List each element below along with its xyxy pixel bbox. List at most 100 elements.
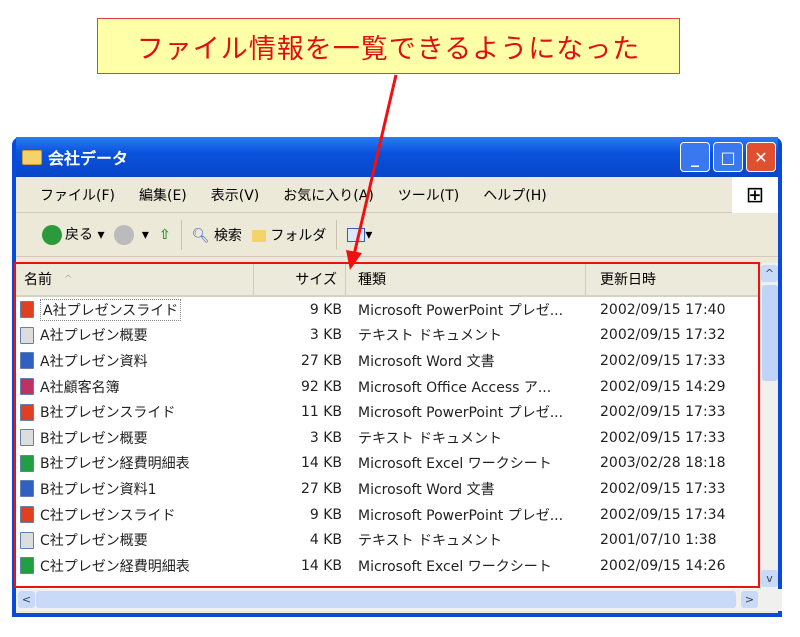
file-name-cell: C社プレゼン経費明細表	[16, 556, 254, 576]
file-name: C社プレゼン概要	[40, 533, 148, 550]
close-button[interactable]: ✕	[746, 142, 776, 172]
horizontal-scrollbar[interactable]: < >	[16, 589, 782, 611]
file-modified: 2002/09/15 17:33	[600, 480, 726, 497]
file-name: C社プレゼンスライド	[40, 507, 176, 524]
column-type[interactable]: 種類	[346, 263, 586, 295]
file-name: B社プレゼンスライド	[40, 405, 176, 422]
xls-file-icon	[20, 454, 34, 472]
file-size: 14 KB	[300, 455, 342, 472]
file-size: 9 KB	[309, 301, 342, 318]
column-name-label: 名前	[24, 272, 52, 288]
file-type: Microsoft Excel ワークシート	[358, 456, 552, 473]
file-modified: 2002/09/15 17:33	[600, 429, 726, 446]
title-bar[interactable]: 会社データ _ □ ✕	[16, 137, 778, 177]
minimize-button[interactable]: _	[680, 142, 710, 172]
views-icon	[347, 227, 366, 242]
file-modified: 2002/09/15 14:29	[600, 378, 726, 395]
window-title: 会社データ	[48, 149, 129, 168]
file-row[interactable]: B社プレゼンスライド 11 KB Microsoft PowerPoint プレ…	[16, 399, 764, 425]
windows-logo-icon: ⊞	[732, 177, 778, 213]
file-row[interactable]: A社プレゼン資料 27 KB Microsoft Word 文書 2002/09…	[16, 348, 764, 374]
file-row[interactable]: A社顧客名簿 92 KB Microsoft Office Access ア..…	[16, 374, 764, 400]
txt-file-icon	[20, 531, 34, 549]
txt-file-icon	[20, 429, 34, 447]
file-size: 27 KB	[300, 352, 342, 369]
menu-file[interactable]: ファイル(F)	[40, 185, 115, 205]
file-row[interactable]: A社プレゼン概要 3 KB テキスト ドキュメント 2002/09/15 17:…	[16, 323, 764, 349]
search-label: 検索	[213, 227, 242, 244]
scroll-right-button[interactable]: >	[741, 591, 758, 608]
menu-tools[interactable]: ツール(T)	[398, 185, 459, 205]
file-size: 92 KB	[300, 378, 342, 395]
column-header: 名前 ^ サイズ 種類 更新日時	[16, 263, 764, 297]
mdb-file-icon	[20, 378, 34, 396]
file-row[interactable]: C社プレゼン経費明細表 14 KB Microsoft Excel ワークシート…	[16, 553, 764, 579]
forward-arrow-icon	[114, 224, 135, 245]
column-modified[interactable]: 更新日時	[586, 263, 746, 295]
column-name[interactable]: 名前 ^	[16, 263, 254, 295]
file-name-cell: A社プレゼン概要	[16, 325, 254, 345]
file-name-cell: A社プレゼンスライド	[16, 298, 254, 321]
menu-edit[interactable]: 編集(E)	[139, 185, 187, 205]
folders-icon	[251, 229, 266, 242]
file-type: テキスト ドキュメント	[358, 533, 503, 550]
views-button[interactable]: ▾	[347, 227, 372, 243]
file-name: A社顧客名簿	[40, 379, 120, 396]
file-type: テキスト ドキュメント	[358, 328, 503, 345]
txt-file-icon	[20, 326, 34, 344]
file-type: Microsoft Word 文書	[358, 353, 495, 370]
vertical-scroll-thumb[interactable]	[762, 285, 778, 381]
menu-help[interactable]: ヘルプ(H)	[483, 185, 546, 205]
scroll-up-button[interactable]: ^	[761, 265, 778, 282]
search-button[interactable]: 🔍︎ 検索	[192, 225, 242, 245]
file-type: Microsoft Excel ワークシート	[358, 558, 552, 575]
explorer-window: 会社データ _ □ ✕ ファイル(F) 編集(E) 表示(V) お気に入り(A)…	[12, 137, 782, 617]
file-type: Microsoft PowerPoint プレゼ...	[358, 507, 564, 524]
folders-button[interactable]: フォルダ	[251, 225, 327, 245]
file-name-cell: B社プレゼンスライド	[16, 402, 254, 422]
file-size: 3 KB	[309, 327, 342, 344]
file-size: 4 KB	[309, 532, 342, 549]
menu-favorites[interactable]: お気に入り(A)	[283, 185, 374, 205]
toolbar: 戻る ▾ ▾ ⇧ 🔍︎ 検索 フォルダ ▾	[16, 213, 778, 257]
toolbar-separator	[180, 219, 182, 250]
scroll-down-button[interactable]: v	[761, 570, 778, 587]
file-type: Microsoft Office Access ア...	[358, 379, 552, 396]
file-modified: 2001/07/10 1:38	[600, 532, 717, 549]
file-row[interactable]: B社プレゼン経費明細表 14 KB Microsoft Excel ワークシート…	[16, 451, 764, 477]
doc-file-icon	[20, 352, 34, 370]
annotation-callout: ファイル情報を一覧できるようになった	[97, 18, 680, 74]
up-folder-button[interactable]: ⇧	[159, 227, 171, 243]
file-row[interactable]: A社プレゼンスライド 9 KB Microsoft PowerPoint プレゼ…	[16, 297, 764, 323]
file-modified: 2003/02/28 18:18	[600, 455, 726, 472]
xls-file-icon	[20, 557, 34, 575]
back-button[interactable]: 戻る ▾	[42, 224, 104, 245]
file-name: A社プレゼン概要	[40, 328, 148, 345]
file-list: 名前 ^ サイズ 種類 更新日時 A社プレゼンスライド 9 KB Microsof…	[16, 263, 764, 589]
forward-button[interactable]: ▾	[114, 224, 149, 245]
file-modified: 2002/09/15 14:26	[600, 557, 726, 574]
file-name-cell: B社プレゼン資料1	[16, 479, 254, 499]
file-name: B社プレゼン概要	[40, 430, 148, 447]
column-size[interactable]: サイズ	[254, 263, 346, 295]
horizontal-scroll-thumb[interactable]	[36, 591, 736, 608]
folder-icon	[22, 149, 42, 165]
file-size: 14 KB	[300, 557, 342, 574]
menu-view[interactable]: 表示(V)	[211, 185, 260, 205]
file-row[interactable]: C社プレゼン概要 4 KB テキスト ドキュメント 2001/07/10 1:3…	[16, 527, 764, 553]
folders-label: フォルダ	[270, 227, 327, 244]
file-modified: 2002/09/15 17:33	[600, 352, 726, 369]
file-name-cell: B社プレゼン概要	[16, 428, 254, 448]
maximize-button[interactable]: □	[713, 142, 743, 172]
file-row[interactable]: B社プレゼン概要 3 KB テキスト ドキュメント 2002/09/15 17:…	[16, 425, 764, 451]
file-row[interactable]: C社プレゼンスライド 9 KB Microsoft PowerPoint プレゼ…	[16, 502, 764, 528]
ppt-file-icon	[20, 301, 34, 319]
file-modified: 2002/09/15 17:32	[600, 327, 726, 344]
search-icon: 🔍︎	[191, 227, 210, 244]
file-row[interactable]: B社プレゼン資料1 27 KB Microsoft Word 文書 2002/0…	[16, 476, 764, 502]
file-name-cell: C社プレゼン概要	[16, 530, 254, 550]
sort-ascending-icon: ^	[64, 273, 73, 285]
scroll-left-button[interactable]: <	[18, 591, 35, 608]
vertical-scrollbar[interactable]: ^ v	[760, 263, 778, 589]
menu-bar: ファイル(F) 編集(E) 表示(V) お気に入り(A) ツール(T) ヘルプ(…	[16, 177, 778, 213]
